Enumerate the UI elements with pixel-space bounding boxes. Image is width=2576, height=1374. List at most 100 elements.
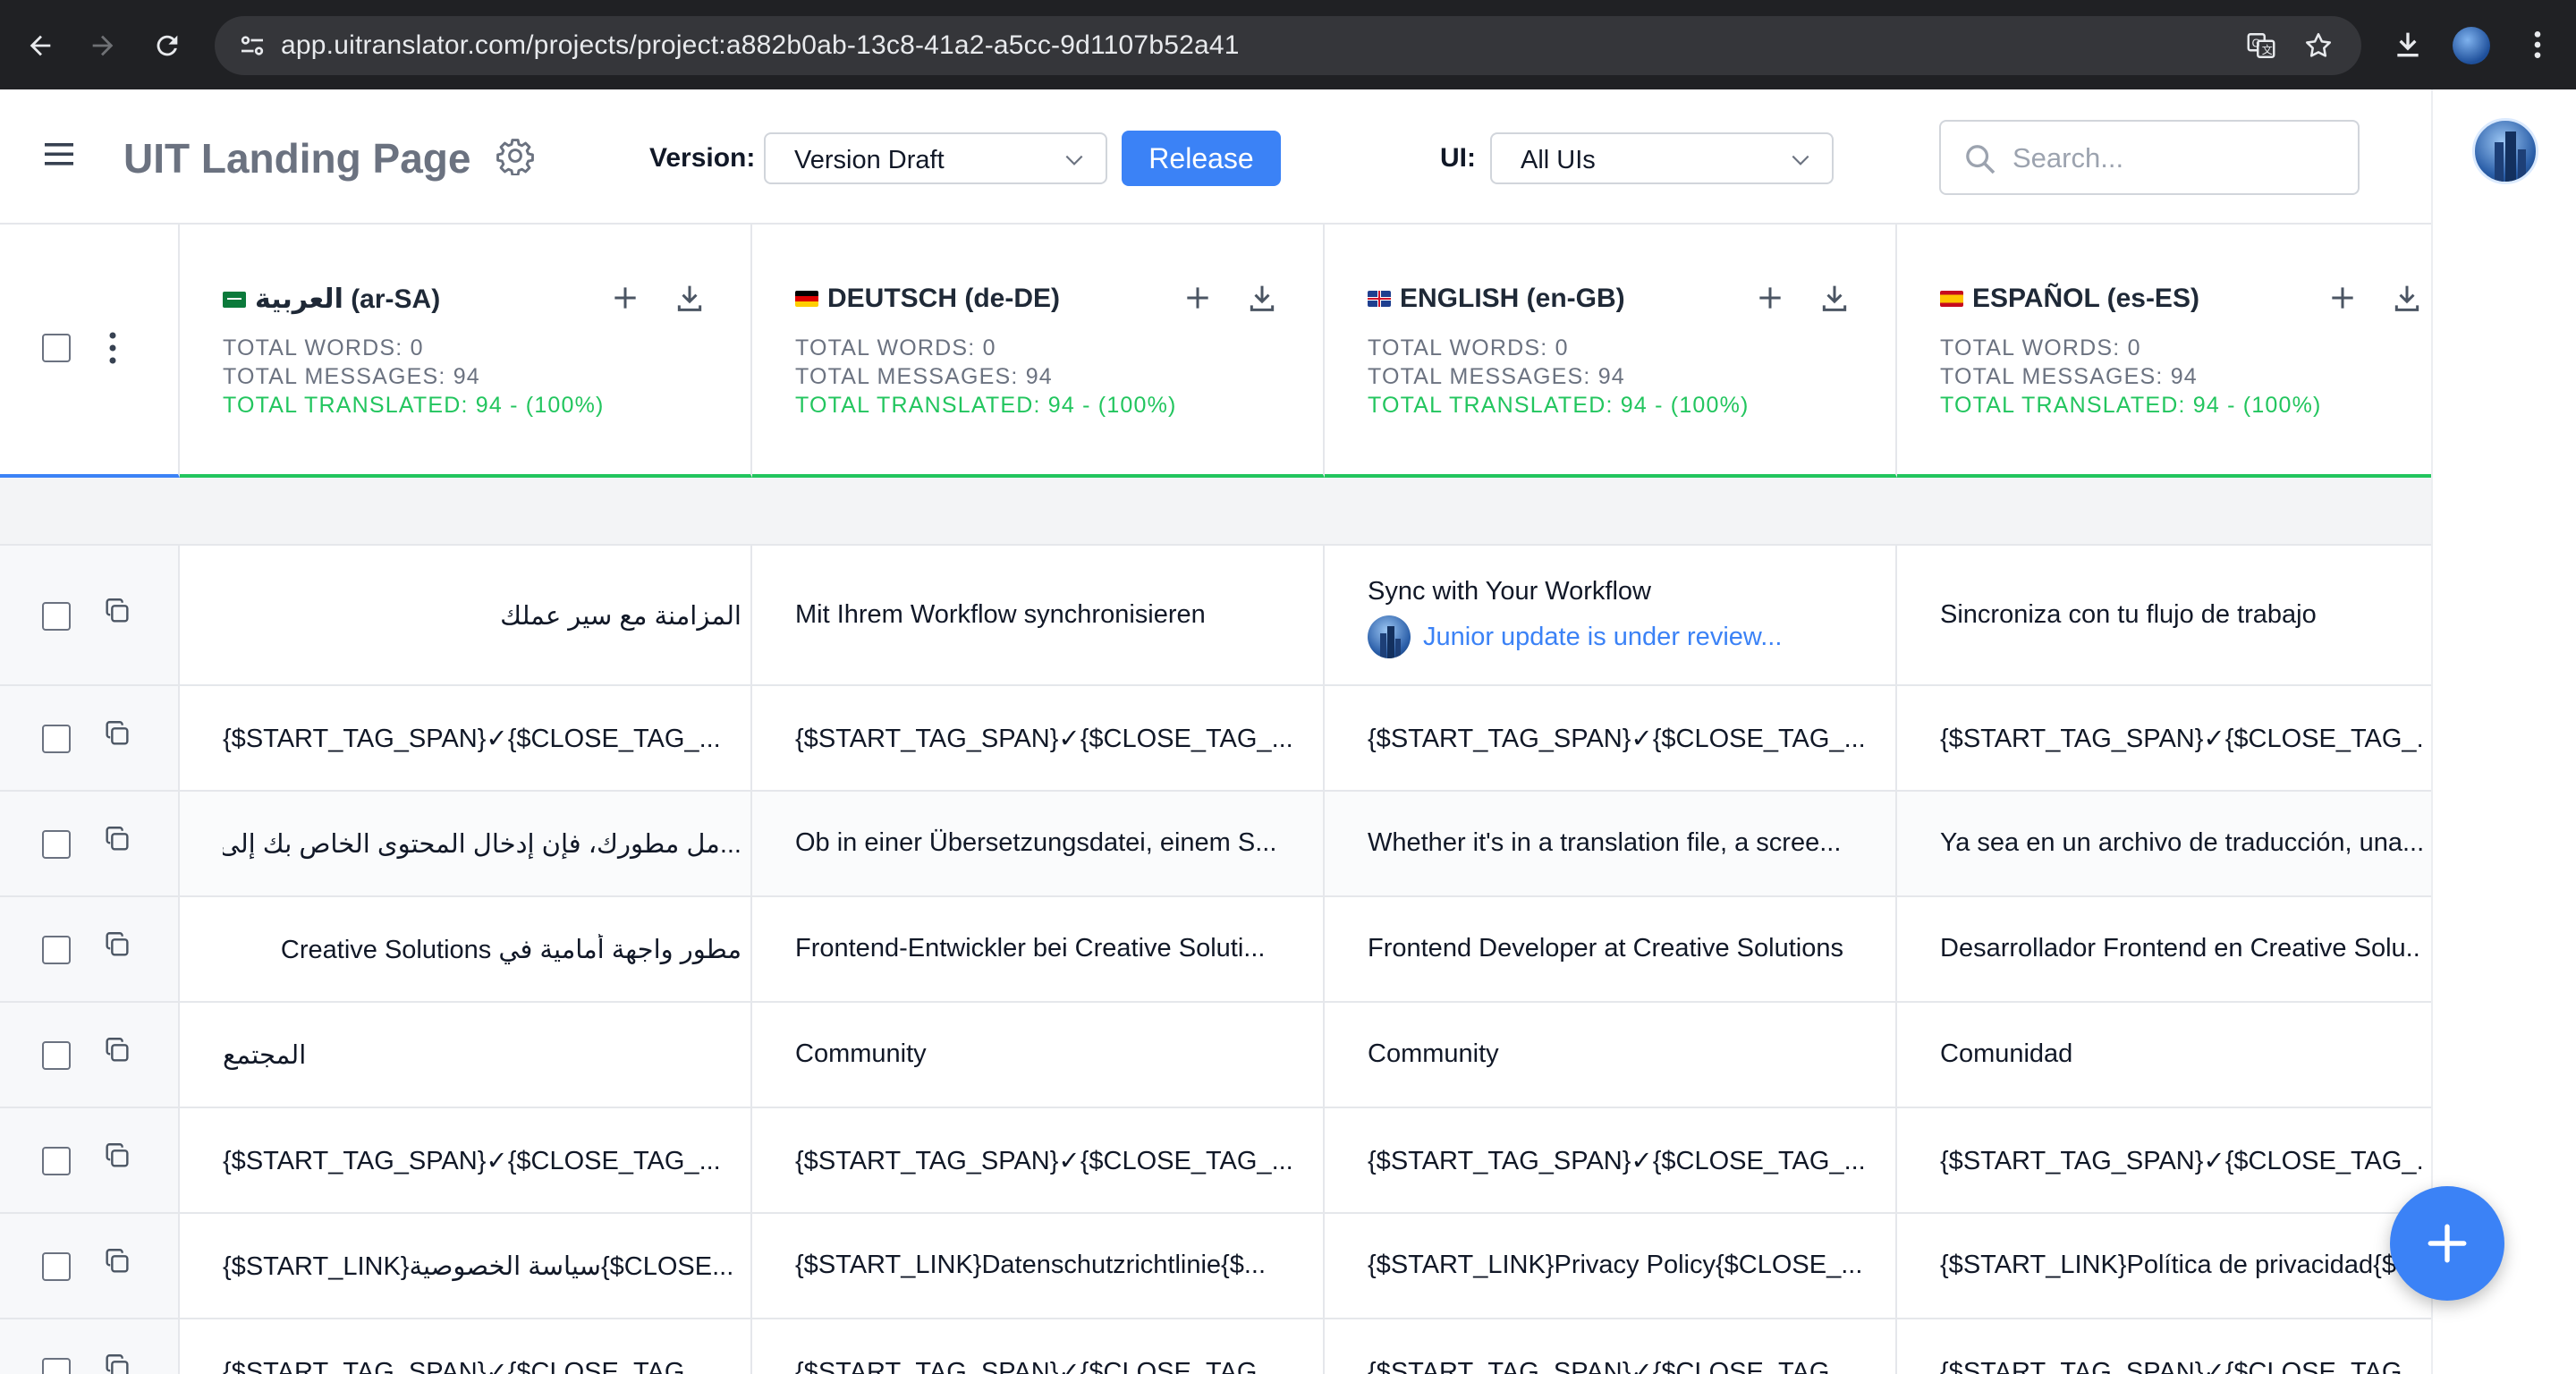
reload-button[interactable] — [145, 23, 190, 68]
release-button[interactable]: Release — [1122, 131, 1281, 186]
row-checkbox[interactable] — [42, 1041, 71, 1070]
row-checkbox[interactable] — [42, 936, 71, 964]
plus-icon[interactable] — [2325, 280, 2360, 316]
search-input[interactable] — [2012, 138, 2343, 179]
table-row[interactable]: {$START_TAG_SPAN}✓{$CLOSE_TAG_... {$STAR… — [0, 1319, 2431, 1374]
total-translated: TOTAL TRANSLATED: 94 - (100%) — [1368, 393, 1750, 418]
total-messages: TOTAL MESSAGES: 94 — [223, 364, 480, 389]
translation-cell-ar-SA[interactable]: {$START_LINK}سياسة الخصوصية{$CLOSE... — [180, 1214, 752, 1318]
total-words: TOTAL WORDS: 0 — [223, 335, 424, 360]
translation-cell-en-GB[interactable]: Whether it's in a translation file, a sc… — [1325, 792, 1897, 895]
review-note[interactable]: Junior update is under review... — [1368, 615, 1782, 658]
translation-cell-de-DE[interactable]: Frontend-Entwickler bei Creative Soluti.… — [752, 897, 1325, 1001]
copy-icon[interactable] — [102, 1246, 132, 1276]
translation-cell-es-ES[interactable]: {$START_TAG_SPAN}✓{$CLOSE_TAG_... — [1897, 1319, 2431, 1374]
translation-cell-de-DE[interactable]: Mit Ihrem Workflow synchronisieren — [752, 546, 1325, 684]
plus-icon[interactable] — [607, 280, 643, 316]
translation-cell-de-DE[interactable]: Ob in einer Übersetzungsdatei, einem S..… — [752, 792, 1325, 895]
cell-text: {$START_TAG_SPAN}✓{$CLOSE_TAG_... — [223, 725, 721, 753]
row-checkbox[interactable] — [42, 1358, 71, 1374]
cell-text: ...مل مطورك، فإن إدخال المحتوى الخاص بك … — [223, 830, 741, 859]
row-checkbox[interactable] — [42, 725, 71, 753]
plus-icon[interactable] — [1180, 280, 1216, 316]
ui-select[interactable]: All UIs — [1490, 132, 1834, 184]
translation-cell-de-DE[interactable]: {$START_TAG_SPAN}✓{$CLOSE_TAG_... — [752, 1319, 1325, 1374]
translation-cell-en-GB[interactable]: Frontend Developer at Creative Solutions — [1325, 897, 1897, 1001]
total-translated: TOTAL TRANSLATED: 94 - (100%) — [1940, 393, 2322, 418]
url-text[interactable]: app.uitranslator.com/projects/project:a8… — [281, 30, 1240, 61]
translation-cell-en-GB[interactable]: Sync with Your Workflow Junior update is… — [1325, 546, 1897, 684]
table-row[interactable]: ...مل مطورك، فإن إدخال المحتوى الخاص بك … — [0, 792, 2431, 897]
translation-cell-es-ES[interactable]: Desarrollador Frontend en Creative Solu.… — [1897, 897, 2431, 1001]
translation-cell-en-GB[interactable]: {$START_TAG_SPAN}✓{$CLOSE_TAG_... — [1325, 1108, 1897, 1212]
star-icon[interactable] — [2302, 30, 2334, 62]
translation-cell-es-ES[interactable]: {$START_LINK}Política de privacidad{$... — [1897, 1214, 2431, 1318]
translation-cell-en-GB[interactable]: {$START_LINK}Privacy Policy{$CLOSE_... — [1325, 1214, 1897, 1318]
translation-cell-ar-SA[interactable]: المجتمع — [180, 1003, 752, 1107]
plus-icon[interactable] — [1752, 280, 1788, 316]
version-select[interactable]: Version Draft — [764, 132, 1107, 184]
language-name: العربية (ar-SA) — [255, 284, 441, 314]
svg-text:文: 文 — [2262, 43, 2273, 56]
download-icon[interactable] — [1817, 280, 1852, 316]
translation-cell-ar-SA[interactable]: ...مل مطورك، فإن إدخال المحتوى الخاص بك … — [180, 792, 752, 895]
copy-icon[interactable] — [102, 824, 132, 854]
table-row[interactable]: {$START_TAG_SPAN}✓{$CLOSE_TAG_... {$STAR… — [0, 1108, 2431, 1214]
copy-icon[interactable] — [102, 718, 132, 749]
copy-icon[interactable] — [102, 1035, 132, 1065]
translation-cell-ar-SA[interactable]: {$START_TAG_SPAN}✓{$CLOSE_TAG_... — [180, 1108, 752, 1212]
address-bar[interactable]: app.uitranslator.com/projects/project:a8… — [215, 16, 2361, 75]
site-info-icon[interactable] — [236, 30, 268, 62]
back-button[interactable] — [18, 23, 63, 68]
menu-icon[interactable] — [45, 141, 77, 168]
translation-cell-en-GB[interactable]: {$START_TAG_SPAN}✓{$CLOSE_TAG_... — [1325, 1319, 1897, 1374]
table-row[interactable]: المزامنة مع سير عملك Mit Ihrem Workflow … — [0, 546, 2431, 686]
row-checkbox[interactable] — [42, 830, 71, 859]
table-row[interactable]: {$START_LINK}سياسة الخصوصية{$CLOSE... {$… — [0, 1214, 2431, 1319]
row-checkbox[interactable] — [42, 1147, 71, 1175]
download-icon[interactable] — [2389, 280, 2425, 316]
add-message-button[interactable] — [2390, 1186, 2504, 1301]
copy-icon[interactable] — [102, 1141, 132, 1171]
chevron-down-icon — [1792, 155, 1809, 165]
gear-icon[interactable] — [496, 136, 535, 175]
download-icon[interactable] — [1244, 280, 1280, 316]
translation-cell-ar-SA[interactable]: {$START_TAG_SPAN}✓{$CLOSE_TAG_... — [180, 1319, 752, 1374]
cell-text: {$START_LINK}Datenschutzrichtlinie{$... — [795, 1251, 1267, 1279]
translation-cell-es-ES[interactable]: {$START_TAG_SPAN}✓{$CLOSE_TAG_... — [1897, 686, 2431, 790]
forward-button[interactable] — [80, 23, 125, 68]
translate-icon[interactable]: G 文 — [2245, 30, 2277, 62]
translation-cell-es-ES[interactable]: Ya sea en un archivo de traducción, una.… — [1897, 792, 2431, 895]
download-icon[interactable] — [2390, 27, 2426, 63]
translation-cell-de-DE[interactable]: {$START_LINK}Datenschutzrichtlinie{$... — [752, 1214, 1325, 1318]
row-checkbox[interactable] — [42, 602, 71, 631]
table-row[interactable]: مطور واجهة أمامية في Creative Solutions … — [0, 897, 2431, 1003]
copy-icon[interactable] — [102, 929, 132, 960]
copy-icon[interactable] — [102, 596, 132, 626]
row-checkbox[interactable] — [42, 1252, 71, 1281]
translation-cell-ar-SA[interactable]: {$START_TAG_SPAN}✓{$CLOSE_TAG_... — [180, 686, 752, 790]
search-icon — [1966, 145, 1996, 174]
copy-icon[interactable] — [102, 1352, 132, 1374]
table-row[interactable]: {$START_TAG_SPAN}✓{$CLOSE_TAG_... {$STAR… — [0, 686, 2431, 792]
select-all-checkbox[interactable] — [42, 334, 71, 362]
translation-cell-ar-SA[interactable]: مطور واجهة أمامية في Creative Solutions — [180, 897, 752, 1001]
user-avatar[interactable] — [2472, 118, 2538, 184]
translation-cell-en-GB[interactable]: {$START_TAG_SPAN}✓{$CLOSE_TAG_... — [1325, 686, 1897, 790]
kebab-menu-icon[interactable] — [2524, 27, 2551, 63]
cell-text: {$START_LINK}Política de privacidad{$... — [1940, 1251, 2419, 1279]
translation-cell-de-DE[interactable]: Community — [752, 1003, 1325, 1107]
translation-cell-en-GB[interactable]: Community — [1325, 1003, 1897, 1107]
browser-profile-avatar[interactable] — [2453, 27, 2490, 64]
translation-cell-es-ES[interactable]: {$START_TAG_SPAN}✓{$CLOSE_TAG_... — [1897, 1108, 2431, 1212]
review-status-link[interactable]: Junior update is under review... — [1423, 623, 1782, 652]
kebab-icon[interactable] — [107, 330, 118, 366]
translation-cell-ar-SA[interactable]: المزامنة مع سير عملك — [180, 546, 752, 684]
download-icon[interactable] — [672, 280, 708, 316]
translation-cell-es-ES[interactable]: Sincroniza con tu flujo de trabajo — [1897, 546, 2431, 684]
translation-cell-de-DE[interactable]: {$START_TAG_SPAN}✓{$CLOSE_TAG_... — [752, 686, 1325, 790]
translation-cell-es-ES[interactable]: Comunidad — [1897, 1003, 2431, 1107]
table-row[interactable]: المجتمع Community Community Comunidad — [0, 1003, 2431, 1108]
search-box[interactable] — [1939, 120, 2360, 195]
translation-cell-de-DE[interactable]: {$START_TAG_SPAN}✓{$CLOSE_TAG_... — [752, 1108, 1325, 1212]
